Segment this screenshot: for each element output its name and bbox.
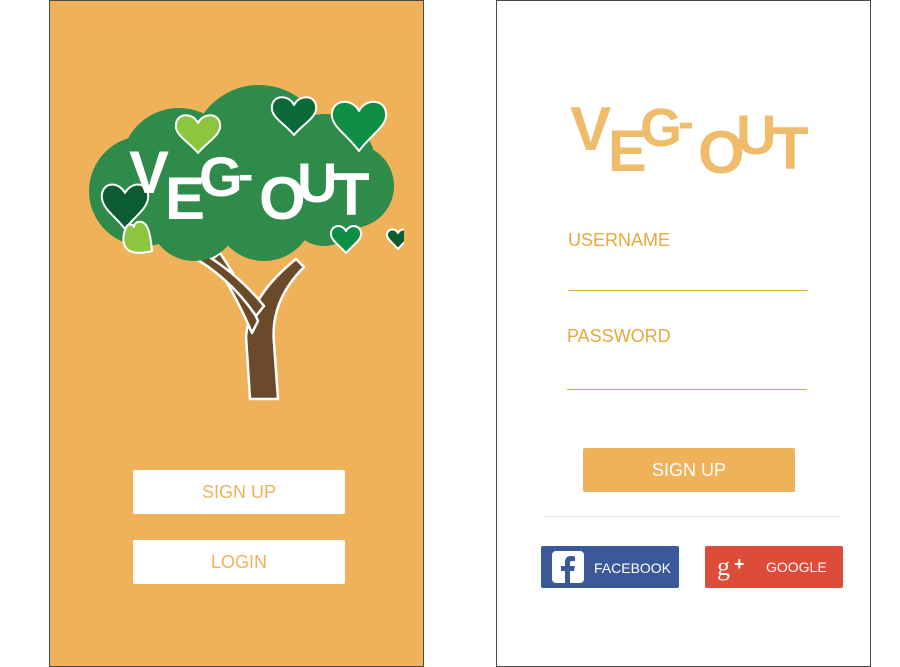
google-label: GOOGLE — [766, 559, 827, 575]
facebook-label: FACEBOOK — [594, 560, 672, 576]
logo-letter: G — [640, 98, 683, 158]
username-label: USERNAME — [568, 230, 671, 250]
logo-letter: T — [333, 161, 370, 228]
logo-letter: U — [297, 151, 338, 214]
logo-letter: U — [736, 103, 777, 166]
login-button[interactable]: LOGIN — [133, 540, 345, 584]
logo-letter: G — [199, 145, 243, 208]
welcome-screen: V E G - O U T SIGN UP LOGIN — [49, 0, 424, 667]
app-logo-text: V E G - O U T — [125, 141, 375, 231]
username-field[interactable] — [568, 290, 808, 291]
signup-submit-button[interactable]: SIGN UP — [583, 448, 795, 492]
tree-logo-illustration — [89, 85, 404, 401]
signup-button[interactable]: SIGN UP — [133, 470, 345, 514]
signup-screen: V E G - O U T USERNAME PASSWORD SIGN UP … — [496, 0, 871, 667]
logo-letter: V — [570, 95, 612, 164]
svg-text:g: g — [717, 553, 730, 581]
google-login-button[interactable]: g + GOOGLE — [705, 546, 843, 588]
password-field[interactable] — [567, 389, 807, 390]
password-label: PASSWORD — [567, 326, 671, 346]
app-logo-text: V E G - O U T — [570, 93, 820, 188]
heart-icon — [385, 228, 404, 250]
facebook-login-button[interactable]: FACEBOOK — [541, 546, 679, 588]
logo-letter: - — [678, 96, 694, 149]
divider — [545, 516, 840, 517]
facebook-icon — [551, 551, 585, 583]
tree-trunk — [184, 245, 306, 401]
google-plus-icon: g + — [717, 553, 751, 581]
logo-letter: V — [129, 139, 170, 206]
logo-letter: T — [772, 115, 809, 182]
logo-letter: - — [238, 148, 254, 200]
svg-text:+: + — [734, 554, 745, 574]
